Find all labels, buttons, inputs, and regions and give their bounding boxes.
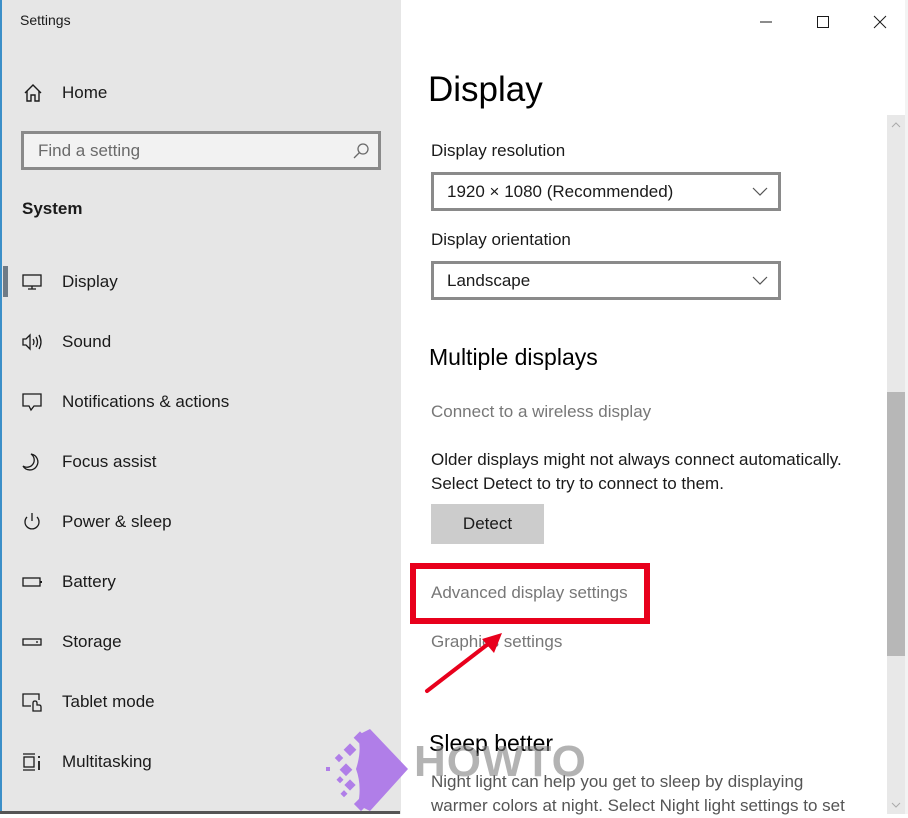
sidebar-item-label: Tablet mode [62,692,155,711]
close-icon [873,15,886,29]
resolution-label: Display resolution [431,141,566,160]
app-title: Settings [20,12,71,28]
description-line: warmer colors at night. Select Night lig… [431,796,845,815]
sidebar-item-label: Multitasking [62,752,152,771]
scroll-down-button[interactable] [887,796,905,814]
search-input[interactable] [24,134,358,167]
sidebar-item-label: Power & sleep [62,512,172,531]
sidebar-item-tablet-mode[interactable]: Tablet mode [4,682,400,722]
sidebar-item-display[interactable]: Display [3,262,400,302]
scrollbar-thumb[interactable] [887,392,905,656]
sidebar-item-focus-assist[interactable]: Focus assist [4,442,400,482]
description-line: Older displays might not always connect … [431,450,842,469]
battery-icon [22,577,42,587]
sidebar-item-label: Storage [62,632,122,651]
multiple-displays-heading: Multiple displays [429,344,598,370]
chevron-up-icon [891,122,901,128]
description-line: Night light can help you get to sleep by… [431,772,804,791]
window-controls [737,0,908,44]
section-title: System [22,199,83,218]
chevron-down-icon [752,276,768,285]
detect-button[interactable]: Detect [431,504,544,544]
close-button[interactable] [851,0,908,44]
speaker-icon [22,333,42,351]
resolution-value: 1920 × 1080 (Recommended) [447,182,674,201]
sidebar-item-notifications[interactable]: Notifications & actions [4,382,400,422]
home-icon [24,84,42,102]
scroll-up-button[interactable] [887,115,905,135]
sidebar-item-power-sleep[interactable]: Power & sleep [4,502,400,542]
home-label: Home [62,83,108,102]
monitor-icon [22,274,42,290]
sidebar-home[interactable]: Home [20,80,380,106]
sidebar-item-sound[interactable]: Sound [4,322,400,362]
maximize-button[interactable] [794,0,851,44]
sleep-better-description: Night light can help you get to sleep by… [431,770,871,818]
notification-icon [22,393,42,412]
resolution-dropdown[interactable]: 1920 × 1080 (Recommended) [431,172,781,211]
sidebar-item-label: Focus assist [62,452,157,471]
power-icon [24,513,40,530]
sidebar: Settings Home System Display Sound Notif… [2,0,401,814]
sidebar-item-label: Battery [62,572,116,591]
multitasking-icon [23,753,40,771]
page-title: Display [428,70,543,109]
sidebar-item-multitasking[interactable]: Multitasking [4,742,400,782]
wireless-display-link[interactable]: Connect to a wireless display [431,402,651,422]
chevron-down-icon [891,802,901,808]
sidebar-item-label: Sound [62,332,112,351]
advanced-display-settings-link[interactable]: Advanced display settings [431,583,628,603]
minimize-button[interactable] [737,0,794,44]
search-icon[interactable] [352,142,370,160]
sleep-better-heading: Sleep better [429,730,554,756]
graphics-settings-link[interactable]: Graphics settings [431,632,562,652]
tablet-mode-icon [22,693,42,712]
orientation-value: Landscape [447,271,531,290]
description-line: Select Detect to try to connect to them. [431,474,724,493]
sidebar-item-battery[interactable]: Battery [4,562,400,602]
orientation-dropdown[interactable]: Landscape [431,261,781,300]
sidebar-item-label: Display [62,272,118,291]
minimize-icon [759,21,772,23]
sidebar-item-label: Notifications & actions [62,392,230,411]
chevron-down-icon [752,187,768,196]
maximize-icon [816,16,829,28]
storage-icon [22,638,42,646]
orientation-label: Display orientation [431,230,571,249]
search-box[interactable] [21,131,381,170]
moon-icon [22,453,39,471]
active-indicator [3,266,8,297]
detect-description: Older displays might not always connect … [431,448,871,496]
sidebar-item-storage[interactable]: Storage [4,622,400,662]
